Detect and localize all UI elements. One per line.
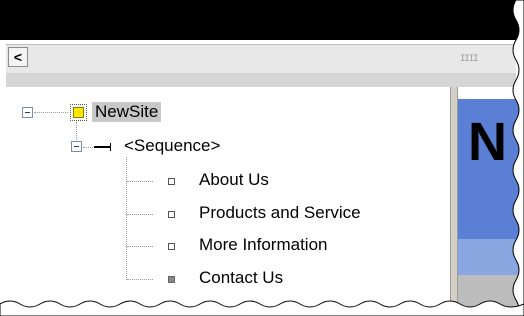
page-icon	[168, 211, 175, 218]
page-icon	[168, 178, 175, 185]
site-icon	[70, 104, 87, 121]
torn-edge-bottom	[0, 300, 524, 316]
tree-connector	[127, 246, 153, 247]
pane-splitter[interactable]	[450, 87, 458, 316]
page-icon	[168, 243, 175, 250]
torn-edge-right	[512, 0, 524, 316]
pane-header-strip	[6, 73, 516, 87]
window-title-bar	[0, 0, 524, 40]
page-icon-filled	[168, 276, 175, 283]
tree-connector	[34, 112, 68, 113]
site-tree-pane: NewSite <Sequence> About Us Products and…	[6, 87, 451, 316]
tree-connector	[83, 147, 93, 148]
tree-node-sequence[interactable]: <Sequence>	[124, 136, 220, 156]
tree-node-products-and-service[interactable]: Products and Service	[199, 203, 361, 223]
horizontal-scrollbar[interactable]	[6, 44, 516, 74]
tree-node-about-us[interactable]: About Us	[199, 170, 269, 190]
tree-node-newsite[interactable]: NewSite	[92, 102, 162, 122]
tree-connector	[127, 214, 153, 215]
tree-node-contact-us[interactable]: Contact Us	[199, 268, 283, 288]
scroll-grip[interactable]: IIII	[460, 54, 479, 64]
tree-connector	[126, 157, 127, 280]
scroll-left-button[interactable]: <	[8, 47, 28, 67]
scroll-left-icon: <	[13, 49, 23, 65]
tree-connector	[127, 279, 153, 280]
collapse-root-icon[interactable]	[22, 107, 33, 118]
collapse-sequence-icon[interactable]	[71, 141, 82, 152]
sequence-icon	[94, 143, 111, 151]
tree-node-more-information[interactable]: More Information	[199, 235, 328, 255]
tree-connector	[127, 181, 153, 182]
preview-heading-text: N	[468, 112, 507, 172]
tree-connector	[76, 122, 77, 140]
